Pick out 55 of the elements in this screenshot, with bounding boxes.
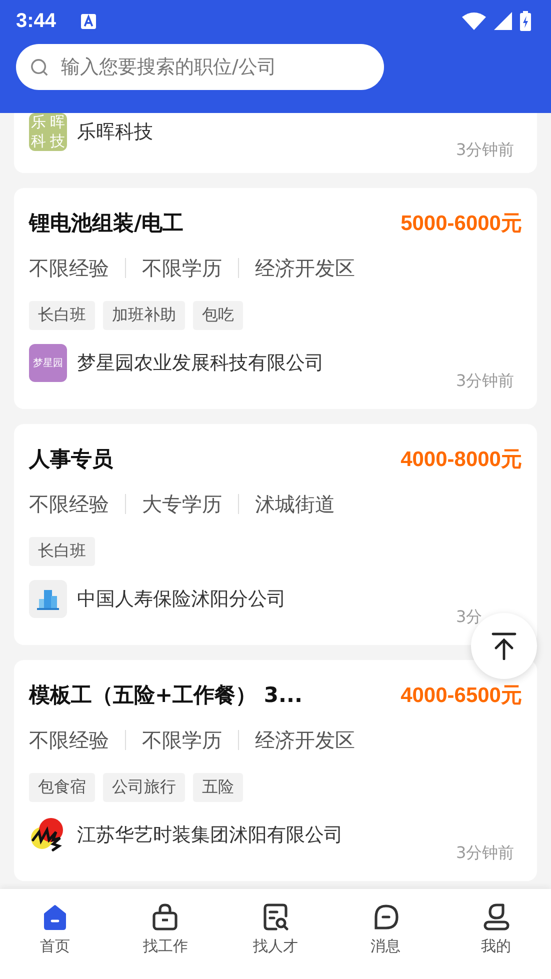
posted-time: 3分 bbox=[456, 607, 484, 628]
job-title: 人事专员 bbox=[29, 446, 113, 473]
job-card[interactable]: 模板工（五险+工作餐） 3... 4000-6500元 不限经验 不限学历 经济开发区 包食宿 公司旅行 五险 江苏华艺时装集团沭阳有限公司 3分钟前 bbox=[14, 660, 537, 881]
company-logo: 乐 晖 科 技 bbox=[29, 113, 67, 151]
company-name: 乐晖科技 bbox=[77, 120, 154, 145]
search-bar[interactable]: 输入您要搜索的职位/公司 bbox=[16, 44, 384, 90]
salary-text: 4000-6500元 bbox=[400, 683, 522, 709]
posted-time: 3分钟前 bbox=[456, 371, 516, 392]
search-icon bbox=[30, 58, 49, 76]
nav-tab[interactable]: 我的 bbox=[440, 889, 551, 979]
person-icon bbox=[482, 903, 510, 931]
benefit-tag: 五险 bbox=[193, 773, 243, 802]
job-title: 锂电池组装/电工 bbox=[29, 210, 184, 237]
company-name: 中国人寿保险沭阳分公司 bbox=[77, 587, 287, 612]
chat-bubble-icon bbox=[372, 903, 400, 931]
job-requirement: 不限学历 bbox=[142, 726, 222, 754]
benefit-tag: 公司旅行 bbox=[103, 773, 185, 802]
posted-time: 3分钟前 bbox=[456, 843, 516, 864]
job-card[interactable]: 锂电池组装/电工 5000-6000元 不限经验 不限学历 经济开发区 长白班 加班补助 包吃 梦星园 梦星园农业发展科技有限公司 3分钟前 bbox=[14, 188, 537, 409]
benefit-tag: 长白班 bbox=[29, 301, 95, 330]
arrow-up-icon bbox=[491, 632, 517, 660]
job-card[interactable]: 乐 晖 科 技 乐晖科技 3分钟前 bbox=[14, 113, 537, 173]
job-requirement: 经济开发区 bbox=[255, 254, 355, 282]
benefit-tag: 长白班 bbox=[29, 537, 95, 566]
job-card[interactable]: 人事专员 4000-8000元 不限经验 大专学历 沭城街道 长白班 中国人寿保险沭阳分公司 3分 bbox=[14, 424, 537, 645]
buildings-icon bbox=[36, 587, 60, 611]
posted-time: 3分钟前 bbox=[456, 140, 516, 161]
benefit-tag: 包食宿 bbox=[29, 773, 95, 802]
salary-text: 5000-6000元 bbox=[400, 211, 522, 237]
nav-tab[interactable]: 找人才 bbox=[220, 889, 331, 979]
benefit-tag: 加班补助 bbox=[103, 301, 185, 330]
job-requirement: 经济开发区 bbox=[255, 726, 355, 754]
job-requirement: 不限经验 bbox=[29, 490, 109, 518]
company-logo: 梦星园 bbox=[29, 344, 67, 382]
company-name: 梦星园农业发展科技有限公司 bbox=[77, 351, 325, 376]
company-name: 江苏华艺时装集团沭阳有限公司 bbox=[77, 823, 344, 848]
briefcase-icon bbox=[151, 903, 180, 931]
nav-tab[interactable]: 找工作 bbox=[110, 889, 220, 979]
job-requirement: 沭城街道 bbox=[255, 490, 335, 518]
battery-icon bbox=[520, 11, 531, 31]
signal-icon bbox=[494, 12, 512, 30]
search-field[interactable]: 输入您要搜索的职位/公司 bbox=[59, 47, 370, 87]
keyboard-icon bbox=[81, 14, 96, 28]
nav-tab[interactable]: 首页 bbox=[0, 889, 110, 979]
job-requirement: 不限经验 bbox=[29, 726, 109, 754]
benefit-tag: 包吃 bbox=[193, 301, 243, 330]
document-search-icon bbox=[262, 903, 290, 931]
job-requirement: 不限学历 bbox=[142, 254, 222, 282]
job-requirement: 大专学历 bbox=[142, 490, 222, 518]
salary-text: 4000-8000元 bbox=[400, 447, 522, 473]
job-requirement: 不限经验 bbox=[29, 254, 109, 282]
clock: 3:44 bbox=[16, 10, 56, 32]
nav-tab[interactable]: 消息 bbox=[330, 889, 441, 979]
job-title: 模板工（五险+工作餐） 3... bbox=[29, 682, 302, 709]
wifi-icon bbox=[462, 12, 486, 30]
